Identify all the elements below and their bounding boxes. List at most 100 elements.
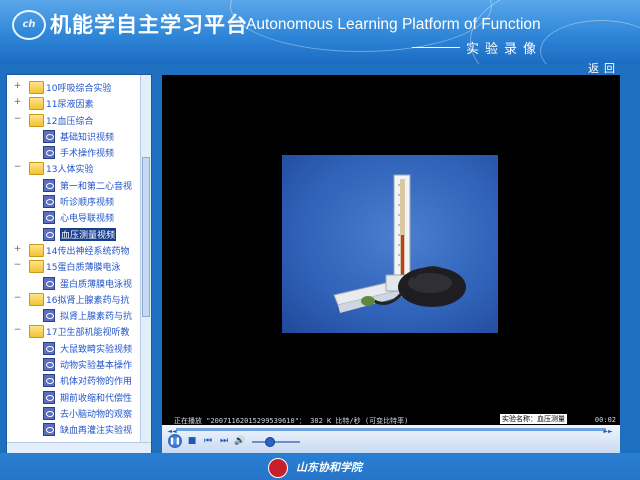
collapse-icon[interactable]: − [13,163,22,172]
page-title-english: Autonomous Learning Platform of Function [246,16,541,33]
video-file-icon [43,423,55,437]
tree-item-label: 15蛋白质薄膜电泳 [46,263,121,274]
tree-item-label: 大鼠致畸实验视频 [60,344,133,355]
tree-item-label: 第一和第二心音视 [60,181,133,192]
video-frame[interactable] [282,155,498,333]
tree-item-label: 14传出神经系统药物 [46,246,130,257]
tree-item-label: 13人体实验 [46,165,94,176]
tree-video-item[interactable]: 缺血再灌注实验视 [7,421,139,437]
institution-name: 山东协和学院 [296,461,362,474]
folder-icon [29,97,44,111]
video-file-icon [43,178,55,192]
tree-folder-item[interactable]: +11尿液因素 [7,95,139,111]
tree-item-label: 12血压综合 [46,116,94,127]
playback-time: 00:02 [594,416,616,424]
tree-item-label: 11尿液因素 [46,100,94,111]
tree-item-label: 听诊顺序视频 [60,198,115,209]
back-link[interactable]: 返回 [588,60,620,76]
tree-item-label: 血压测量视频 [60,227,117,241]
tree-video-item[interactable]: 去小脑动物的观察 [7,405,139,421]
player-controls: ◄◄ ►► ❚❚ ■ ⏮ ⏭ 🔊 [162,425,620,453]
tree-video-item[interactable]: 机体对药物的作用 [7,372,139,388]
video-file-icon [43,341,55,355]
tree-folder-item[interactable]: − 15蛋白质薄膜电泳 [7,258,139,274]
tree-video-item[interactable]: 期前收缩和代偿性 [7,389,139,405]
tree-item-label: 机体对药物的作用 [60,377,133,388]
folder-icon [29,113,44,127]
video-file-icon [43,406,55,420]
volume-slider-handle[interactable] [264,437,275,447]
tree-folder-item[interactable]: − 16拟肾上腺素药与抗 [7,291,139,307]
subtitle-divider [412,47,460,48]
tree-item-label: 去小脑动物的观察 [60,409,133,420]
tree-folder-item[interactable]: − 17卫生部机能视听教 [7,323,139,339]
expand-icon[interactable]: + [13,82,22,91]
expand-icon[interactable]: + [13,98,22,107]
tree-vertical-scrollbar[interactable] [140,75,151,453]
tree-video-item[interactable]: 拟肾上腺素药与抗 [7,307,139,323]
tree-folder-item[interactable]: − 13人体实验 [7,160,139,176]
video-file-icon [43,276,55,290]
app-header: ch 机能学自主学习平台 Autonomous Learning Platfor… [0,0,640,64]
video-file-icon [43,390,55,404]
video-file-icon [43,374,55,388]
video-file-icon [43,358,55,372]
tree-scroll-thumb[interactable] [142,157,150,317]
tree-video-item[interactable]: 第一和第二心音视 [7,177,139,193]
tree-video-item[interactable]: 大鼠致畸实验视频 [7,340,139,356]
volume-icon[interactable]: 🔊 [234,435,246,447]
tree-item-label: 动物实验基本操作 [60,361,133,372]
tree-video-item[interactable]: 手术操作视频 [7,144,139,160]
video-file-icon [43,309,55,323]
tree-video-item[interactable]: 基础知识视频 [7,128,139,144]
folder-icon [29,162,44,176]
folder-icon [29,325,44,339]
tree-item-label: 蛋白质薄膜电泳视 [60,279,133,290]
tree-item-label: 10呼吸综合实验 [46,84,112,94]
tree-item-label: 缺血再灌注实验视 [60,426,133,437]
tree-video-item[interactable]: 蛋白质薄膜电泳视 [7,275,139,291]
stop-icon[interactable]: ■ [186,435,198,447]
tree-video-item[interactable]: 听诊顺序视频 [7,193,139,209]
video-file-icon [43,227,55,241]
tree-item-label: 基础知识视频 [60,132,115,143]
tree-folder-item[interactable]: +14传出神经系统药物 [7,242,139,258]
next-icon[interactable]: ⏭ [218,435,230,447]
video-tree-panel: +10呼吸综合实验 +11尿液因素 −12血压综合 基础知识视频 手术操作视频 −13人体… [6,74,152,454]
tree-item-label: 拟肾上腺素药与抗 [60,312,133,323]
collapse-icon[interactable]: − [13,293,22,303]
platform-logo: ch [12,10,46,40]
folder-icon [29,243,44,257]
tree-video-item[interactable]: 心电导联视频 [7,209,139,225]
tree-video-item[interactable]: 血压测量视频 [7,226,139,242]
volume-slider[interactable] [252,441,300,443]
sphygmomanometer-image [333,174,466,313]
collapse-icon[interactable]: − [13,261,22,270]
folder-icon [29,81,44,94]
clip-name: 实验名称：血压测量 [500,414,567,424]
tree-folder-item[interactable]: +10呼吸综合实验 [7,79,139,95]
folder-icon [29,292,44,306]
media-player: 正在播放 "20071162015299539610"： 302 K 比特/秒 … [162,75,620,453]
video-tree: +10呼吸综合实验 +11尿液因素 −12血压综合 基础知识视频 手术操作视频 −13人体… [7,79,139,438]
video-file-icon [43,211,55,225]
tree-item-label: 16拟肾上腺素药与抗 [46,295,130,306]
video-file-icon [43,129,55,143]
tree-folder-item[interactable]: − 12血压综合 [7,112,139,128]
tree-item-label: 17卫生部机能视听教 [46,328,130,339]
tree-video-item[interactable]: 动物实验基本操作 [7,356,139,372]
college-emblem-icon [268,458,288,478]
tree-item-label: 期前收缩和代偿性 [60,393,133,404]
tree-horizontal-scrollbar[interactable] [7,442,151,453]
collapse-icon[interactable]: − [13,326,22,335]
video-file-icon [43,195,55,209]
section-subtitle: 实验录像 [466,42,543,57]
seek-forward-icon[interactable]: ►► [602,426,614,438]
pause-button[interactable]: ❚❚ [168,434,182,448]
folder-icon [29,260,44,274]
collapse-icon[interactable]: − [13,114,22,124]
expand-icon[interactable]: + [13,244,22,254]
tree-item-label: 手术操作视频 [60,149,115,160]
seek-bar[interactable] [176,428,606,431]
previous-icon[interactable]: ⏮ [202,435,214,447]
